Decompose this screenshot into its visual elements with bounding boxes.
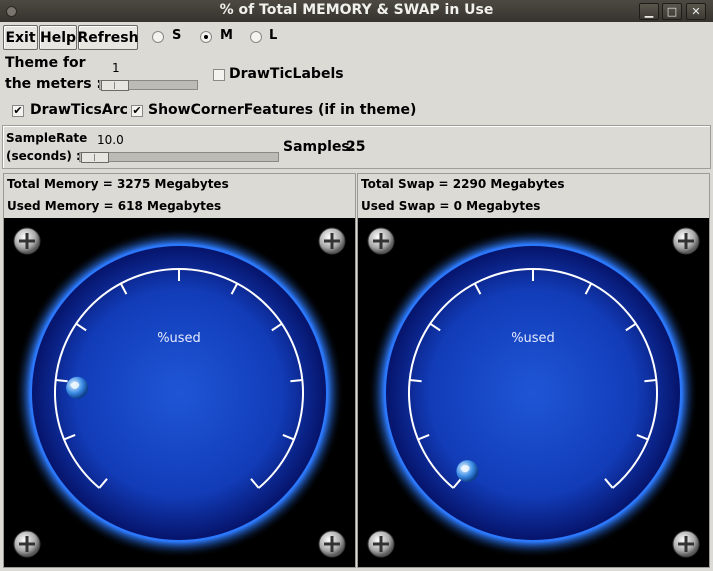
gauge-label: %used (511, 331, 555, 346)
size-radio-s-label: S (172, 28, 182, 43)
theme-label-line2: the meters : (5, 76, 103, 92)
size-radio-m[interactable] (200, 31, 212, 43)
corner-screw-icon (367, 227, 395, 255)
swap-used-text: Used Swap = 0 Megabytes (361, 199, 541, 213)
memory-total-text: Total Memory = 3275 Megabytes (7, 177, 229, 191)
corner-screw-icon (672, 530, 700, 558)
size-radio-s[interactable] (152, 31, 164, 43)
memory-gauge: %used (4, 218, 355, 567)
maximize-button[interactable]: □ (662, 3, 682, 20)
maximize-icon: □ (666, 5, 678, 18)
corner-screw-icon (672, 227, 700, 255)
title-bar[interactable]: % of Total MEMORY & SWAP in Use ▁ □ ✕ (0, 0, 713, 22)
memory-panel: Total Memory = 3275 Megabytes Used Memor… (3, 173, 356, 568)
draw-tic-labels-label: DrawTicLabels (229, 66, 344, 82)
exit-button[interactable]: Exit (3, 25, 38, 50)
minimize-icon: ▁ (644, 5, 654, 18)
minimize-button[interactable]: ▁ (639, 3, 659, 20)
swap-gauge: %used (358, 218, 709, 567)
size-radio-l[interactable] (250, 31, 262, 43)
corner-screw-icon (367, 530, 395, 558)
sample-rate-label-line2: (seconds) : (6, 149, 81, 163)
draw-tics-arc-label: DrawTicsArc (30, 102, 128, 118)
sample-rate-slider-trough[interactable] (79, 152, 279, 162)
show-corner-features-checkbox[interactable]: ✔ (131, 105, 143, 117)
gauge-label: %used (157, 331, 201, 346)
swap-total-text: Total Swap = 2290 Megabytes (361, 177, 565, 191)
samples-label: Samples: (283, 139, 356, 155)
close-button[interactable]: ✕ (686, 3, 706, 20)
swap-panel: Total Swap = 2290 Megabytes Used Swap = … (357, 173, 710, 568)
sample-rate-value: 10.0 (97, 133, 124, 147)
refresh-button[interactable]: Refresh (77, 25, 139, 50)
gauge-tic (409, 379, 422, 383)
globe-icon (66, 376, 89, 399)
size-radio-m-label: M (220, 28, 233, 43)
globe-icon (456, 460, 479, 483)
gauge-tic (644, 379, 657, 383)
memory-used-text: Used Memory = 618 Megabytes (7, 199, 222, 213)
gauge-face (386, 246, 680, 540)
close-icon: ✕ (691, 5, 701, 18)
draw-tic-labels-checkbox[interactable] (213, 69, 225, 81)
window-title: % of Total MEMORY & SWAP in Use (219, 2, 494, 18)
draw-tics-arc-checkbox[interactable]: ✔ (12, 105, 24, 117)
size-radio-l-label: L (269, 28, 278, 43)
theme-value: 1 (112, 61, 120, 75)
app-window: % of Total MEMORY & SWAP in Use ▁ □ ✕ Ex… (0, 0, 713, 571)
sample-rate-label-line1: SampleRate (6, 131, 88, 145)
show-corner-features-label: ShowCornerFeatures (if in theme) (148, 102, 417, 118)
theme-label-line1: Theme for (5, 55, 86, 71)
sample-rate-slider-handle[interactable] (81, 152, 109, 163)
corner-screw-icon (318, 227, 346, 255)
gauge-tic (290, 379, 303, 383)
corner-screw-icon (318, 530, 346, 558)
theme-slider-handle[interactable] (101, 80, 129, 91)
corner-screw-icon (13, 530, 41, 558)
help-button[interactable]: Help (39, 25, 77, 50)
corner-screw-icon (13, 227, 41, 255)
gauge-tic (55, 379, 68, 383)
samples-value: 25 (346, 139, 366, 155)
